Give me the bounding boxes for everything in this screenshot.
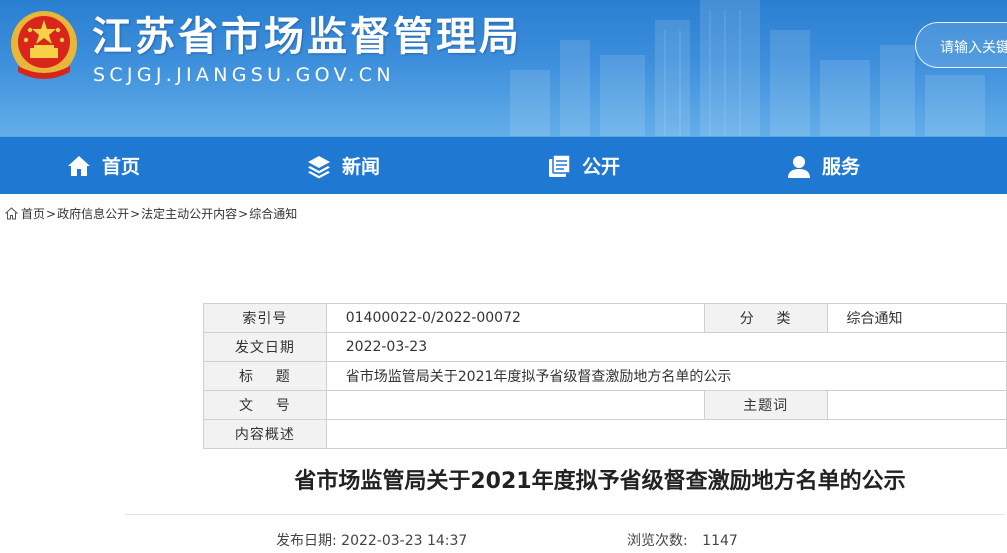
article-title: 省市场监管局关于2021年度拟予省级督查激励地方名单的公示	[294, 469, 906, 494]
breadcrumb-gov-info[interactable]: 政府信息公开	[57, 205, 129, 222]
document-stack-icon	[549, 153, 571, 177]
site-title: 江苏省市场监督管理局	[92, 14, 522, 60]
views-label: 浏览次数:	[627, 533, 688, 549]
publish-label: 发布日期:	[276, 533, 337, 549]
nav-label-service: 服务	[822, 156, 861, 178]
search-input[interactable]: 请输入关键字	[915, 22, 1007, 68]
table-row: 文 号 主题词	[203, 390, 1007, 420]
nav-label-public: 公开	[582, 156, 621, 178]
breadcrumb-statutory[interactable]: 法定主动公开内容	[141, 205, 237, 222]
user-service-icon	[788, 155, 810, 178]
breadcrumb-separator: >	[130, 206, 141, 221]
nav-item-news[interactable]: 新闻	[306, 137, 380, 194]
docno-value	[325, 390, 705, 420]
national-emblem-icon	[11, 11, 77, 79]
home-icon	[5, 207, 18, 220]
nav-label-news: 新闻	[342, 156, 381, 178]
site-url: SCJGJ.JIANGSU.GOV.CN	[93, 64, 395, 86]
nav-item-service[interactable]: 服务	[786, 137, 860, 194]
summary-value	[325, 419, 1007, 449]
breadcrumb-general-notice[interactable]: 综合通知	[249, 205, 297, 222]
document-info-table: 索引号 01400022-0/2022-00072 分 类 综合通知 发文日期 …	[203, 303, 1007, 449]
date-label: 发文日期	[203, 332, 327, 362]
publish-value: 2022-03-23 14:37	[341, 533, 468, 549]
docno-label: 文 号	[203, 390, 327, 420]
table-row: 标 题 省市场监管局关于2021年度拟予省级督查激励地方名单的公示	[203, 361, 1007, 391]
view-count: 浏览次数: 1147	[627, 530, 738, 550]
city-skyline-decoration	[510, 0, 985, 136]
category-label: 分 类	[703, 303, 828, 333]
index-label: 索引号	[203, 303, 327, 333]
site-header: 江苏省市场监督管理局 SCJGJ.JIANGSU.GOV.CN 请输入关键字	[0, 0, 1007, 136]
breadcrumb: 首页 > 政府信息公开 > 法定主动公开内容 > 综合通知	[5, 205, 297, 222]
title-value: 省市场监管局关于2021年度拟予省级督查激励地方名单的公示	[325, 361, 1007, 391]
breadcrumb-separator: >	[238, 206, 249, 221]
date-value: 2022-03-23	[325, 332, 1007, 362]
title-divider	[125, 514, 1005, 515]
title-label: 标 题	[203, 361, 327, 391]
category-value: 综合通知	[826, 303, 1007, 333]
nav-item-home[interactable]: 首页	[66, 137, 140, 194]
nav-label-home: 首页	[102, 156, 141, 178]
summary-label: 内容概述	[203, 419, 327, 449]
keywords-label: 主题词	[703, 390, 828, 420]
home-icon	[68, 155, 90, 176]
main-nav: 首页 新闻 公开 服务	[0, 136, 1007, 194]
views-value: 1147	[702, 533, 738, 549]
breadcrumb-home[interactable]: 首页	[21, 205, 45, 222]
breadcrumb-separator: >	[46, 206, 57, 221]
index-value: 01400022-0/2022-00072	[325, 303, 705, 333]
keywords-value	[826, 390, 1007, 420]
nav-item-public[interactable]: 公开	[546, 137, 620, 194]
table-row: 发文日期 2022-03-23	[203, 332, 1007, 362]
layers-icon	[308, 155, 330, 178]
table-row: 索引号 01400022-0/2022-00072 分 类 综合通知	[203, 303, 1007, 333]
publish-date: 发布日期: 2022-03-23 14:37	[276, 530, 467, 550]
table-row: 内容概述	[203, 419, 1007, 449]
